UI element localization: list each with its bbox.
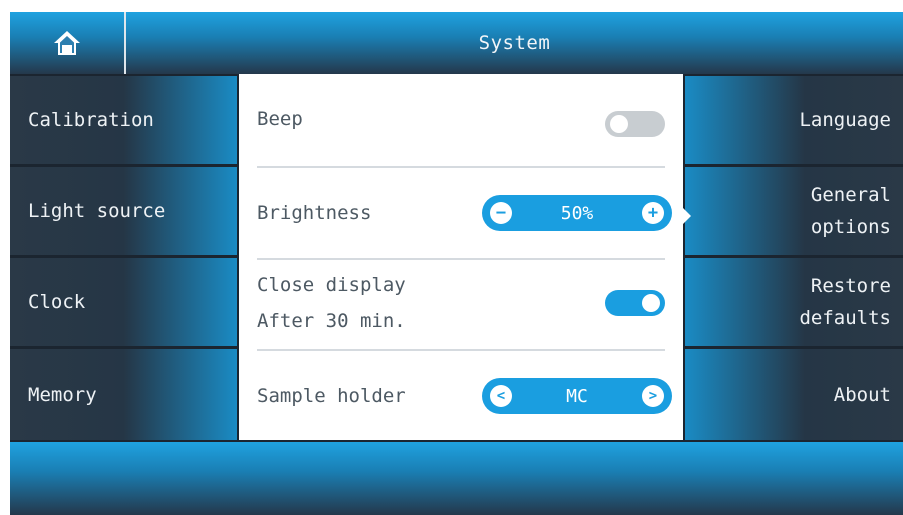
setting-close-display: Close display After 30 min. [257,258,665,348]
setting-sublabel: After 30 min. [257,310,406,332]
setting-label: Close display [257,274,406,296]
title-bar: System [10,12,903,74]
home-button[interactable] [10,12,126,74]
menu-label: Calibration [28,109,154,131]
chevron-right-icon[interactable]: > [642,385,664,407]
home-icon [54,31,80,55]
brightness-stepper[interactable]: − 50% + [482,195,672,231]
setting-label: Brightness [257,202,372,224]
settings-panel: Beep Brightness − 50% + Close display Af… [239,74,683,440]
beep-toggle[interactable] [605,111,665,137]
sample-holder-selector[interactable]: < MC > [482,378,672,414]
device-screen: System Calibration Light source Clock Me… [10,12,903,515]
setting-label: Sample holder [257,385,406,407]
menu-label: Restore defaults [799,275,891,329]
menu-language[interactable]: Language [685,76,903,164]
selected-indicator-icon [683,208,691,224]
toggle-knob [642,294,660,312]
toggle-knob [610,115,628,133]
page-title: System [478,32,551,54]
menu-general-options[interactable]: General options [685,167,903,255]
setting-label: Beep [257,108,303,130]
menu-label: Memory [28,383,97,406]
menu-label: Clock [28,291,86,313]
menu-label: About [833,383,891,406]
plus-icon[interactable]: + [642,202,664,224]
menu-label: Language [799,109,891,131]
close-display-toggle[interactable] [605,290,665,316]
menu-memory[interactable]: Memory [10,349,237,440]
menu-light-source[interactable]: Light source [10,167,237,255]
bottom-bar [10,442,903,515]
menu-clock[interactable]: Clock [10,258,237,346]
menu-restore-defaults[interactable]: Restore defaults [685,258,903,346]
setting-beep: Beep [257,74,665,164]
menu-label: Light source [28,200,166,222]
menu-label: General options [810,184,891,238]
menu-about[interactable]: About [685,349,903,440]
menu-calibration[interactable]: Calibration [10,76,237,164]
